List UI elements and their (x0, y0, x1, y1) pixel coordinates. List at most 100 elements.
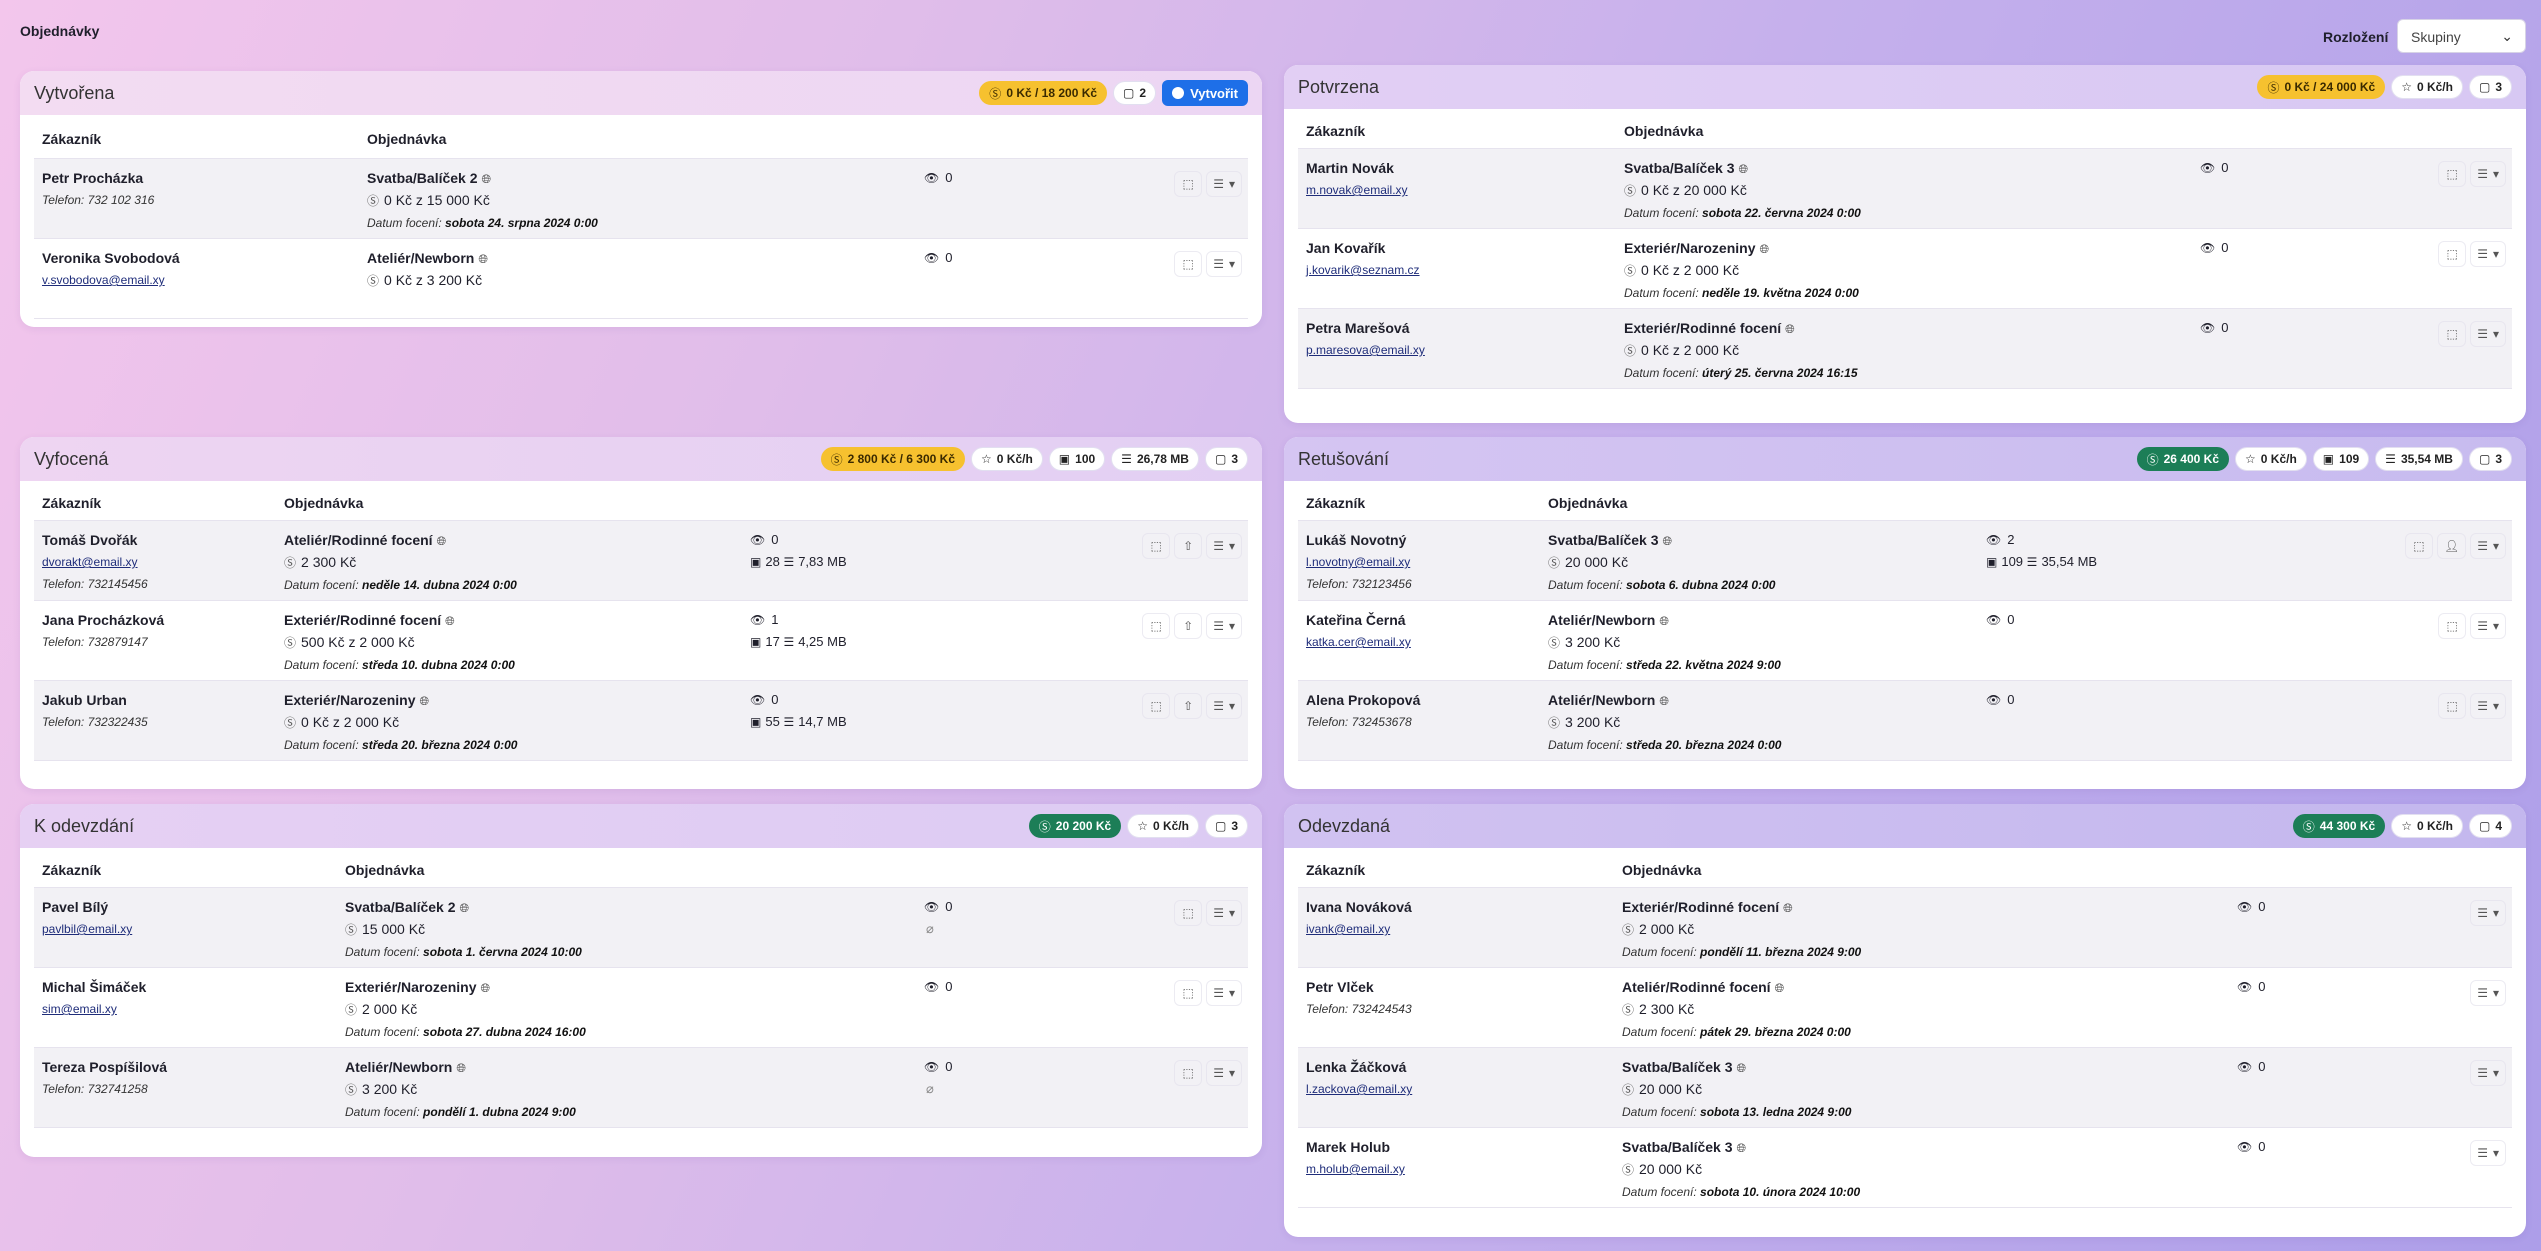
customer-email[interactable]: pavlbil@email.xy (42, 922, 132, 936)
table-row[interactable]: Jana Procházková Telefon: 732879147 Exte… (34, 601, 1248, 681)
panel-header: Vyfocená Ⓢ 2 800 Kč / 6 300 Kč ☆ 0 Kč/h ▣ 1… (20, 437, 1262, 481)
order-type[interactable]: Svatba/Balíček 3 🌐︎ (1624, 160, 1748, 177)
tag-button[interactable]: ⬚ (2438, 613, 2467, 639)
customer-email[interactable]: l.zackova@email.xy (1306, 1082, 1412, 1096)
eye-icon: 👁︎ (1986, 533, 2002, 547)
globe-icon: 🌐︎ (1736, 1141, 1747, 1155)
tag-button[interactable]: ⬚ (2438, 693, 2467, 719)
table-row[interactable]: Michal Šimáček sim@email.xy Exteriér/Nar… (34, 968, 1248, 1048)
table-row[interactable]: Veronika Svobodová v.svobodova@email.xy … (34, 239, 1248, 319)
table-row[interactable]: Petr Procházka Telefon: 732 102 316 Svat… (34, 159, 1248, 239)
order-type[interactable]: Exteriér/Narozeniny 🌐︎ (1624, 240, 1769, 257)
order-type[interactable]: Exteriér/Rodinné focení 🌐︎ (284, 612, 455, 629)
menu-button[interactable]: ☰ ▾ (2470, 161, 2506, 187)
table-row[interactable]: Lenka Žáčková l.zackova@email.xy Svatba/… (1298, 1048, 2512, 1128)
order-type[interactable]: Ateliér/Newborn 🌐︎ (1548, 612, 1669, 629)
table-row[interactable]: Martin Novák m.novak@email.xy Svatba/Bal… (1298, 149, 2512, 229)
upload-button[interactable]: ⇧ (1174, 693, 1203, 719)
database-icon: ☰ (2385, 452, 2396, 466)
tag-button[interactable]: ⬚ (1142, 693, 1171, 719)
menu-button[interactable]: ☰ ▾ (1206, 533, 1242, 559)
upload-button[interactable]: ⇧ (1174, 533, 1203, 559)
table-row[interactable]: Tereza Pospíšilová Telefon: 732741258 At… (34, 1048, 1248, 1128)
tag-button[interactable]: ⬚ (1174, 1060, 1203, 1086)
tag-button[interactable]: ⬚ (1174, 980, 1203, 1006)
menu-button[interactable]: ☰ ▾ (2470, 1060, 2506, 1086)
tag-button[interactable]: ⬚ (1174, 171, 1203, 197)
tag-button[interactable]: ⬚ (1142, 533, 1171, 559)
menu-button[interactable]: ☰ ▾ (1206, 1060, 1242, 1086)
tag-button[interactable]: ⬚ (1174, 251, 1203, 277)
menu-button[interactable]: ☰ ▾ (1206, 693, 1242, 719)
customer-email[interactable]: p.maresova@email.xy (1306, 343, 1425, 357)
order-type[interactable]: Exteriér/Narozeniny 🌐︎ (284, 692, 429, 709)
list-icon: ☰ (2477, 619, 2488, 633)
table-header: Zákazník Objednávka (1298, 109, 2512, 149)
menu-button[interactable]: ☰ ▾ (2470, 613, 2506, 639)
order-type[interactable]: Ateliér/Rodinné focení 🌐︎ (1622, 979, 1784, 996)
tag-button[interactable]: ⬚ (1142, 613, 1171, 639)
order-type[interactable]: Ateliér/Rodinné focení 🌐︎ (284, 532, 446, 549)
upload-button[interactable]: ⇧ (1174, 613, 1203, 639)
menu-button[interactable]: ☰ ▾ (1206, 980, 1242, 1006)
table-row[interactable]: Lukáš Novotný l.novotny@email.xy Telefon… (1298, 521, 2512, 601)
views-count: 👁︎ 0 (924, 899, 953, 914)
customer-email[interactable]: v.svobodova@email.xy (42, 273, 165, 287)
menu-button[interactable]: ☰ ▾ (2470, 900, 2506, 926)
order-type[interactable]: Exteriér/Rodinné focení 🌐︎ (1624, 320, 1795, 337)
table-row[interactable]: Petra Marešová p.maresova@email.xy Exter… (1298, 309, 2512, 389)
upload-icon: ⇧ (1183, 619, 1194, 633)
customer-email[interactable]: j.kovarik@seznam.cz (1306, 263, 1420, 277)
order-type[interactable]: Svatba/Balíček 3 🌐︎ (1622, 1139, 1746, 1156)
image-icon: ▣ (750, 715, 762, 729)
table-row[interactable]: Ivana Nováková ivank@email.xy Exteriér/R… (1298, 888, 2512, 968)
order-money: Ⓢ 3 200 Kč (1548, 714, 1621, 730)
order-type[interactable]: Svatba/Balíček 2 🌐︎ (367, 170, 491, 187)
customer-email[interactable]: l.novotny@email.xy (1306, 555, 1410, 569)
customer-email[interactable]: sim@email.xy (42, 1002, 117, 1016)
order-type[interactable]: Svatba/Balíček 2 🌐︎ (345, 899, 469, 916)
menu-button[interactable]: ☰ ▾ (1206, 900, 1242, 926)
customer-email[interactable]: katka.cer@email.xy (1306, 635, 1411, 649)
tag-button[interactable]: ⬚ (2438, 161, 2467, 187)
row-actions: ☰ ▾ (2470, 980, 2506, 1006)
table-row[interactable]: Alena Prokopová Telefon: 732453678 Ateli… (1298, 681, 2512, 761)
table-row[interactable]: Pavel Bílý pavlbil@email.xy Svatba/Balíč… (34, 888, 1248, 968)
menu-button[interactable]: ☰ ▾ (2470, 980, 2506, 1006)
order-type[interactable]: Svatba/Balíček 3 🌐︎ (1548, 532, 1672, 549)
customer-email[interactable]: m.novak@email.xy (1306, 183, 1408, 197)
menu-button[interactable]: ☰ ▾ (2470, 533, 2506, 559)
layout-select[interactable]: Skupiny ⌄ (2397, 19, 2526, 53)
menu-button[interactable]: ☰ ▾ (1206, 171, 1242, 197)
menu-button[interactable]: ☰ ▾ (2470, 241, 2506, 267)
table-row[interactable]: Petr Vlček Telefon: 732424543 Ateliér/Ro… (1298, 968, 2512, 1048)
table-row[interactable]: Marek Holub m.holub@email.xy Svatba/Balí… (1298, 1128, 2512, 1208)
customer-email[interactable]: ivank@email.xy (1306, 922, 1390, 936)
order-type[interactable]: Ateliér/Newborn 🌐︎ (367, 250, 488, 267)
menu-button[interactable]: ☰ ▾ (1206, 613, 1242, 639)
tag-button[interactable]: ⬚ (1174, 900, 1203, 926)
menu-button[interactable]: ☰ ▾ (2470, 1140, 2506, 1166)
assign-user-button[interactable]: 👤︎ (2436, 533, 2467, 559)
order-type[interactable]: Ateliér/Newborn 🌐︎ (1548, 692, 1669, 709)
coin-icon: Ⓢ (1622, 1083, 1635, 1097)
order-type[interactable]: Exteriér/Narozeniny 🌐︎ (345, 979, 490, 996)
order-type[interactable]: Exteriér/Rodinné focení 🌐︎ (1622, 899, 1793, 916)
table-row[interactable]: Jakub Urban Telefon: 732322435 Exteriér/… (34, 681, 1248, 761)
customer-email[interactable]: m.holub@email.xy (1306, 1162, 1405, 1176)
menu-button[interactable]: ☰ ▾ (2470, 321, 2506, 347)
table-row[interactable]: Kateřina Černá katka.cer@email.xy Atelié… (1298, 601, 2512, 681)
table-row[interactable]: Tomáš Dvořák dvorakt@email.xy Telefon: 7… (34, 521, 1248, 601)
order-type[interactable]: Ateliér/Newborn 🌐︎ (345, 1059, 466, 1076)
menu-button[interactable]: ☰ ▾ (2470, 693, 2506, 719)
customer-email[interactable]: dvorakt@email.xy (42, 555, 138, 569)
create-button[interactable]: Vytvořit (1162, 80, 1248, 106)
tag-button[interactable]: ⬚ (2438, 321, 2467, 347)
order-type[interactable]: Svatba/Balíček 3 🌐︎ (1622, 1059, 1746, 1076)
tag-button[interactable]: ⬚ (2438, 241, 2467, 267)
table-row[interactable]: Jan Kovařík j.kovarik@seznam.cz Exteriér… (1298, 229, 2512, 309)
tag-button[interactable]: ⬚ (2404, 533, 2433, 559)
tag-icon: ⬚ (2413, 539, 2425, 553)
menu-button[interactable]: ☰ ▾ (1206, 251, 1242, 277)
database-icon: ☰ (2026, 555, 2038, 569)
